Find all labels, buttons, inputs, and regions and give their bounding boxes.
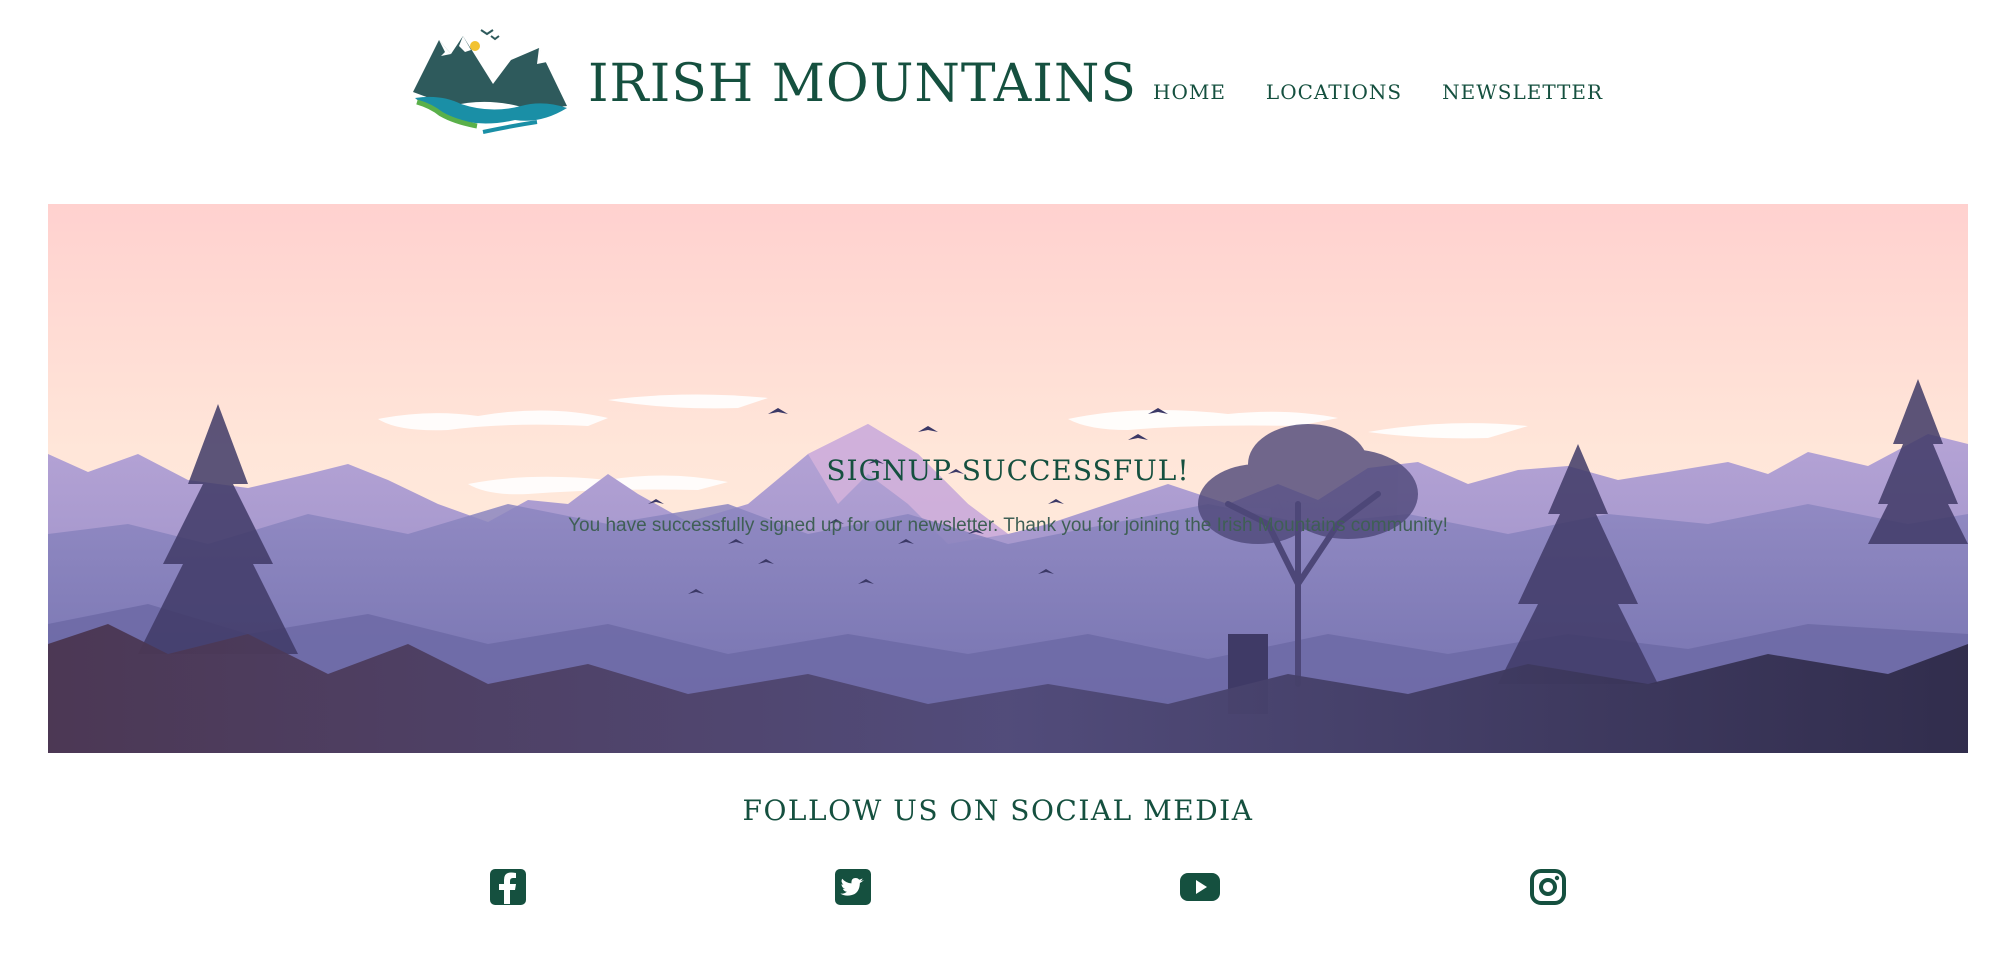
- nav-home[interactable]: HOME: [1153, 80, 1226, 104]
- main-nav: HOME LOCATIONS NEWSLETTER: [1153, 80, 1603, 104]
- nav-newsletter[interactable]: NEWSLETTER: [1442, 80, 1603, 104]
- hero-banner: SIGNUP SUCCESSFUL! You have successfully…: [48, 204, 1968, 753]
- facebook-icon[interactable]: [489, 868, 527, 906]
- signup-success-message: You have successfully signed up for our …: [568, 515, 1448, 536]
- site-title[interactable]: IRISH MOUNTAINS: [588, 58, 1137, 110]
- social-section-title: FOLLOW US ON SOCIAL MEDIA: [742, 794, 1254, 827]
- signup-success-title: SIGNUP SUCCESSFUL!: [826, 454, 1190, 487]
- twitter-icon[interactable]: [834, 868, 872, 906]
- site-header: IRISH MOUNTAINS HOME LOCATIONS NEWSLETTE…: [0, 0, 1996, 190]
- mountain-lake-logo[interactable]: [411, 22, 569, 134]
- instagram-icon[interactable]: [1529, 868, 1567, 906]
- youtube-icon[interactable]: [1179, 868, 1221, 906]
- nav-locations[interactable]: LOCATIONS: [1266, 80, 1402, 104]
